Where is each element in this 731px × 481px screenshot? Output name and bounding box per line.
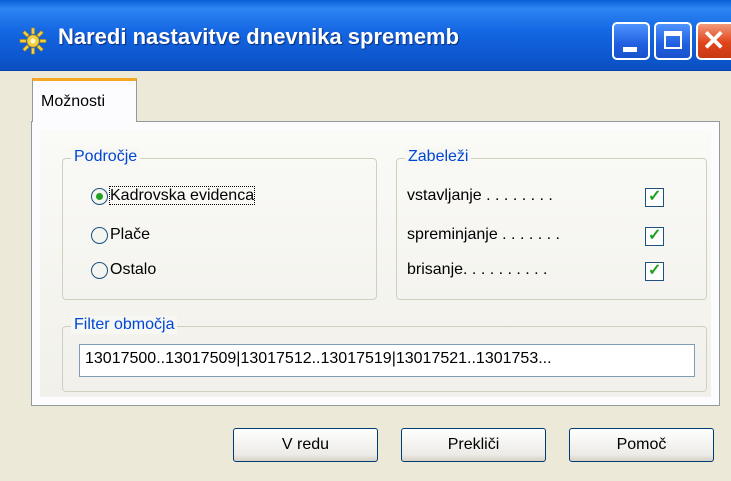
- cancel-button[interactable]: Prekliči: [401, 428, 546, 462]
- minimize-button[interactable]: [612, 22, 650, 60]
- minimize-icon: [623, 47, 637, 52]
- app-gear-icon: [19, 27, 47, 55]
- title-bar[interactable]: Naredi nastavitve dnevnika sprememb ✕: [0, 0, 731, 71]
- radio-button[interactable]: [91, 261, 108, 279]
- maximize-icon: [664, 31, 682, 49]
- check-mark-icon: ✓: [648, 227, 662, 244]
- maximize-button[interactable]: [654, 22, 692, 60]
- close-button[interactable]: ✕: [696, 22, 731, 60]
- tab-label: Možnosti: [41, 93, 106, 110]
- radio-label: Ostalo: [110, 261, 157, 278]
- checkbox[interactable]: ✓: [645, 188, 664, 207]
- close-icon: ✕: [702, 25, 726, 56]
- radio-button[interactable]: [91, 187, 108, 205]
- ok-button[interactable]: V redu: [233, 428, 378, 462]
- dialog-window: Naredi nastavitve dnevnika sprememb ✕ Mo…: [0, 0, 731, 481]
- podrocje-legend: Področje: [71, 148, 141, 166]
- radio-button[interactable]: [91, 226, 108, 244]
- check-mark-icon: ✓: [648, 188, 662, 205]
- window-title: Naredi nastavitve dnevnika sprememb: [58, 24, 460, 49]
- tab-moznosti[interactable]: Možnosti: [32, 78, 137, 122]
- radio-ostalo[interactable]: Ostalo: [91, 261, 156, 285]
- check-mark-icon: ✓: [648, 262, 662, 279]
- checkbox[interactable]: ✓: [645, 227, 664, 246]
- zabelezi-legend: Zabeleži: [405, 148, 472, 166]
- radio-label: Kadrovska evidenca: [108, 186, 256, 205]
- checkbox-label: vstavljanje . . . . . . . .: [407, 187, 553, 204]
- help-button[interactable]: Pomoč: [569, 428, 714, 462]
- radio-place[interactable]: Plače: [91, 226, 150, 250]
- checkbox[interactable]: ✓: [645, 262, 664, 281]
- checkbox-label: spreminjanje . . . . . . .: [407, 226, 560, 243]
- radio-kadrovska-evidenca[interactable]: Kadrovska evidenca: [91, 186, 256, 211]
- filter-input[interactable]: 13017500..13017509|13017512..13017519|13…: [79, 344, 695, 377]
- filter-legend: Filter območja: [71, 316, 178, 334]
- checkbox-label: brisanje. . . . . . . . . .: [407, 261, 548, 278]
- radio-label: Plače: [110, 226, 151, 243]
